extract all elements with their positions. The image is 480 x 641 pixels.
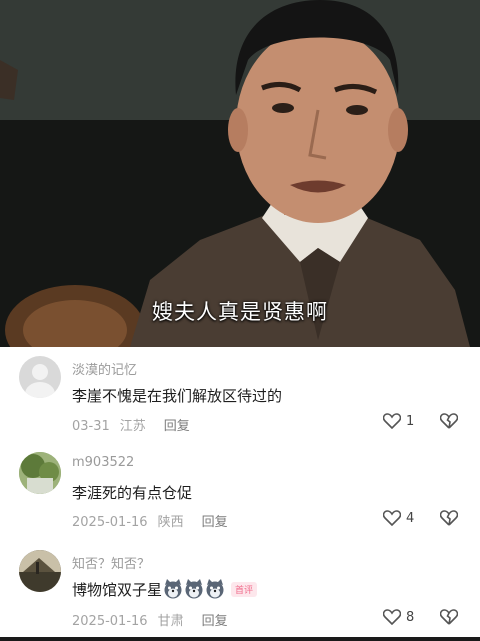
bottom-divider <box>0 637 480 641</box>
heart-icon <box>383 510 401 526</box>
comment-username[interactable]: m903522 <box>72 455 134 470</box>
dislike-button[interactable] <box>439 609 459 629</box>
video-still-image <box>0 0 480 347</box>
comment-location: 江苏 <box>119 419 146 434</box>
comment-username[interactable]: 知否？知否？ <box>72 553 150 572</box>
comment-text: 李涯死的有点仓促 <box>72 484 193 502</box>
like-count: 8 <box>406 609 415 625</box>
reply-button[interactable]: 回复 <box>202 515 228 530</box>
comment-meta: 03-31 江苏 回复 <box>72 415 200 434</box>
heart-icon <box>383 413 401 429</box>
video-frame[interactable]: 嫂夫人真是贤惠啊 <box>0 0 480 347</box>
comment-date: 2025-01-16 <box>72 614 148 629</box>
landscape-avatar-icon[interactable] <box>19 550 61 592</box>
comment-location: 甘肃 <box>157 614 184 629</box>
broken-heart-icon <box>439 609 459 625</box>
first-comment-badge: 首评 <box>231 582 258 597</box>
comment-item: m903522 李涯死的有点仓促 2025-01-16 陕西 回复 4 <box>0 442 480 542</box>
husky-emoji-icon <box>185 579 203 599</box>
comment-meta: 2025-01-16 甘肃 回复 <box>72 610 238 629</box>
like-count: 4 <box>406 510 415 526</box>
comment-item: 知否？知否？ 博物馆双子星 首评 2025-01-16 甘肃 回复 8 <box>0 542 480 637</box>
like-count: 1 <box>406 413 415 429</box>
comment-text: 博物馆双子星 首评 <box>72 579 258 600</box>
husky-emoji-icon <box>206 579 224 599</box>
comment-username[interactable]: 淡漠的记忆 <box>72 359 137 378</box>
like-button[interactable]: 1 <box>383 413 414 429</box>
comment-location: 陕西 <box>157 515 184 530</box>
comment-text: 李崖不愧是在我们解放区待过的 <box>72 387 283 405</box>
heart-icon <box>383 609 401 625</box>
reply-button[interactable]: 回复 <box>164 419 190 434</box>
dislike-button[interactable] <box>439 413 459 433</box>
husky-emoji-icon <box>164 579 182 599</box>
broken-heart-icon <box>439 510 459 526</box>
comment-text-body: 博物馆双子星 <box>72 581 163 599</box>
reply-button[interactable]: 回复 <box>202 614 228 629</box>
video-subtitle: 嫂夫人真是贤惠啊 <box>152 300 328 324</box>
like-button[interactable]: 4 <box>383 510 414 526</box>
comment-date: 03-31 <box>72 419 110 434</box>
comment-item: 淡漠的记忆 李崖不愧是在我们解放区待过的 03-31 江苏 回复 1 <box>0 347 480 442</box>
comment-meta: 2025-01-16 陕西 回复 <box>72 511 238 530</box>
tree-photo-avatar-icon[interactable] <box>19 452 61 494</box>
comment-date: 2025-01-16 <box>72 515 148 530</box>
default-avatar-icon[interactable] <box>19 356 61 398</box>
like-button[interactable]: 8 <box>383 609 414 625</box>
broken-heart-icon <box>439 413 459 429</box>
dislike-button[interactable] <box>439 510 459 530</box>
